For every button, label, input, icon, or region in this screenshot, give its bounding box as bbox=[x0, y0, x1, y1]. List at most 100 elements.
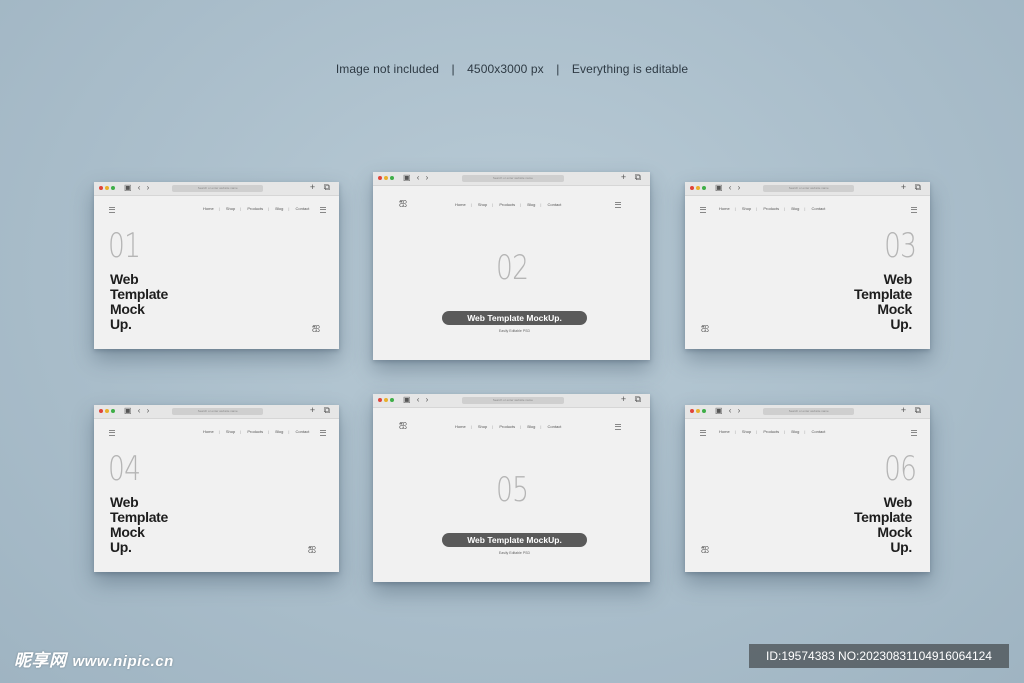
address-bar[interactable]: Search or enter website name bbox=[172, 408, 264, 415]
nav-products[interactable]: Products bbox=[763, 429, 779, 434]
maximize-dot-icon[interactable] bbox=[702, 409, 706, 413]
nav-separator: | bbox=[492, 424, 494, 429]
nav-shop[interactable]: Shop bbox=[478, 424, 487, 429]
menu-icon[interactable] bbox=[615, 424, 621, 430]
nav-products[interactable]: Products bbox=[763, 206, 779, 211]
nav-home[interactable]: Home bbox=[455, 424, 466, 429]
nav-blog[interactable]: Blog bbox=[275, 429, 283, 434]
nav-contact[interactable]: Contact bbox=[296, 206, 310, 211]
browser-window-02: ▣ ‹ › Search or enter website name + ⧉ ஐ… bbox=[373, 172, 650, 360]
cta-button[interactable]: Web Template MockUp. bbox=[442, 311, 587, 325]
new-tab-copy-icon[interactable]: + ⧉ bbox=[901, 182, 924, 193]
close-dot-icon[interactable] bbox=[378, 398, 382, 402]
nav-products[interactable]: Products bbox=[247, 429, 263, 434]
nav-home[interactable]: Home bbox=[455, 202, 466, 207]
new-tab-copy-icon[interactable]: + ⧉ bbox=[310, 405, 333, 416]
sidebar-back-forward-icon[interactable]: ▣ ‹ › bbox=[715, 406, 742, 415]
sidebar-back-forward-icon[interactable]: ▣ ‹ › bbox=[124, 183, 151, 192]
nav-products[interactable]: Products bbox=[499, 202, 515, 207]
address-bar[interactable]: Search or enter website name bbox=[461, 397, 565, 404]
nav-home[interactable]: Home bbox=[719, 429, 730, 434]
logo-icon[interactable]: ஐ bbox=[701, 322, 709, 334]
nav-contact[interactable]: Contact bbox=[812, 206, 826, 211]
hero-title: Web Template Mock Up. bbox=[110, 495, 168, 555]
address-bar[interactable]: Search or enter website name bbox=[172, 185, 264, 192]
maximize-dot-icon[interactable] bbox=[390, 176, 394, 180]
minimize-dot-icon[interactable] bbox=[696, 186, 700, 190]
nav-products[interactable]: Products bbox=[247, 206, 263, 211]
nav-separator: | bbox=[804, 206, 806, 211]
window-controls bbox=[378, 398, 396, 416]
hero-line: Up. bbox=[110, 316, 132, 332]
new-tab-copy-icon[interactable]: + ⧉ bbox=[621, 394, 644, 405]
address-bar[interactable]: Search or enter website name bbox=[763, 185, 855, 192]
logo-icon[interactable]: ஐ bbox=[701, 543, 709, 555]
maximize-dot-icon[interactable] bbox=[390, 398, 394, 402]
new-tab-copy-icon[interactable]: + ⧉ bbox=[901, 405, 924, 416]
section-number: 02 bbox=[496, 248, 529, 288]
nav-contact[interactable]: Contact bbox=[548, 202, 562, 207]
logo-icon[interactable]: ஐ bbox=[312, 322, 320, 334]
nav-blog[interactable]: Blog bbox=[791, 429, 799, 434]
nav-blog[interactable]: Blog bbox=[527, 202, 535, 207]
hero-title: Web Template Mock Up. bbox=[854, 495, 912, 555]
nav-contact[interactable]: Contact bbox=[812, 429, 826, 434]
sidebar-back-forward-icon[interactable]: ▣ ‹ › bbox=[403, 173, 430, 182]
browser-toolbar: ▣ ‹ › Search or enter website name + ⧉ bbox=[685, 182, 930, 196]
nav-separator: | bbox=[288, 429, 290, 434]
maximize-dot-icon[interactable] bbox=[111, 409, 115, 413]
close-dot-icon[interactable] bbox=[690, 186, 694, 190]
close-dot-icon[interactable] bbox=[690, 409, 694, 413]
minimize-dot-icon[interactable] bbox=[384, 398, 388, 402]
address-bar[interactable]: Search or enter website name bbox=[763, 408, 855, 415]
menu-icon[interactable] bbox=[911, 430, 917, 436]
browser-toolbar: ▣ ‹ › Search or enter website name + ⧉ bbox=[685, 405, 930, 419]
menu-icon[interactable] bbox=[911, 207, 917, 213]
nav-contact[interactable]: Contact bbox=[296, 429, 310, 434]
nav-blog[interactable]: Blog bbox=[275, 206, 283, 211]
address-bar[interactable]: Search or enter website name bbox=[461, 175, 565, 182]
sidebar-back-forward-icon[interactable]: ▣ ‹ › bbox=[715, 183, 742, 192]
close-dot-icon[interactable] bbox=[99, 186, 103, 190]
new-tab-copy-icon[interactable]: + ⧉ bbox=[621, 172, 644, 183]
nav-shop[interactable]: Shop bbox=[742, 206, 751, 211]
cta-button[interactable]: Web Template MockUp. bbox=[442, 533, 587, 547]
menu-icon[interactable] bbox=[615, 202, 621, 208]
hamburger-icon[interactable] bbox=[700, 430, 706, 436]
nav-home[interactable]: Home bbox=[719, 206, 730, 211]
nav-home[interactable]: Home bbox=[203, 206, 214, 211]
nav-shop[interactable]: Shop bbox=[742, 429, 751, 434]
watermark-brand-name: 昵享网 bbox=[14, 651, 67, 670]
menu-icon[interactable] bbox=[320, 430, 326, 436]
logo-icon[interactable]: ஐ bbox=[399, 197, 407, 209]
hamburger-icon[interactable] bbox=[109, 207, 115, 213]
nav-blog[interactable]: Blog bbox=[527, 424, 535, 429]
minimize-dot-icon[interactable] bbox=[696, 409, 700, 413]
nav-products[interactable]: Products bbox=[499, 424, 515, 429]
logo-icon[interactable]: ஐ bbox=[399, 419, 407, 431]
maximize-dot-icon[interactable] bbox=[111, 186, 115, 190]
nav-contact[interactable]: Contact bbox=[548, 424, 562, 429]
close-dot-icon[interactable] bbox=[378, 176, 382, 180]
logo-icon[interactable]: ஐ bbox=[308, 543, 316, 555]
site-nav: Home | Shop | Products | Blog | Contact bbox=[715, 206, 829, 211]
menu-icon[interactable] bbox=[320, 207, 326, 213]
new-tab-copy-icon[interactable]: + ⧉ bbox=[310, 182, 333, 193]
minimize-dot-icon[interactable] bbox=[384, 176, 388, 180]
sidebar-back-forward-icon[interactable]: ▣ ‹ › bbox=[124, 406, 151, 415]
header-caption: Image not included | 4500x3000 px | Ever… bbox=[0, 62, 1024, 76]
hamburger-icon[interactable] bbox=[700, 207, 706, 213]
nav-shop[interactable]: Shop bbox=[478, 202, 487, 207]
hero-line: Web bbox=[883, 271, 913, 287]
nav-blog[interactable]: Blog bbox=[791, 206, 799, 211]
nav-separator: | bbox=[470, 424, 472, 429]
nav-home[interactable]: Home bbox=[203, 429, 214, 434]
nav-shop[interactable]: Shop bbox=[226, 429, 235, 434]
maximize-dot-icon[interactable] bbox=[702, 186, 706, 190]
close-dot-icon[interactable] bbox=[99, 409, 103, 413]
hamburger-icon[interactable] bbox=[109, 430, 115, 436]
nav-shop[interactable]: Shop bbox=[226, 206, 235, 211]
minimize-dot-icon[interactable] bbox=[105, 186, 109, 190]
minimize-dot-icon[interactable] bbox=[105, 409, 109, 413]
sidebar-back-forward-icon[interactable]: ▣ ‹ › bbox=[403, 395, 430, 404]
